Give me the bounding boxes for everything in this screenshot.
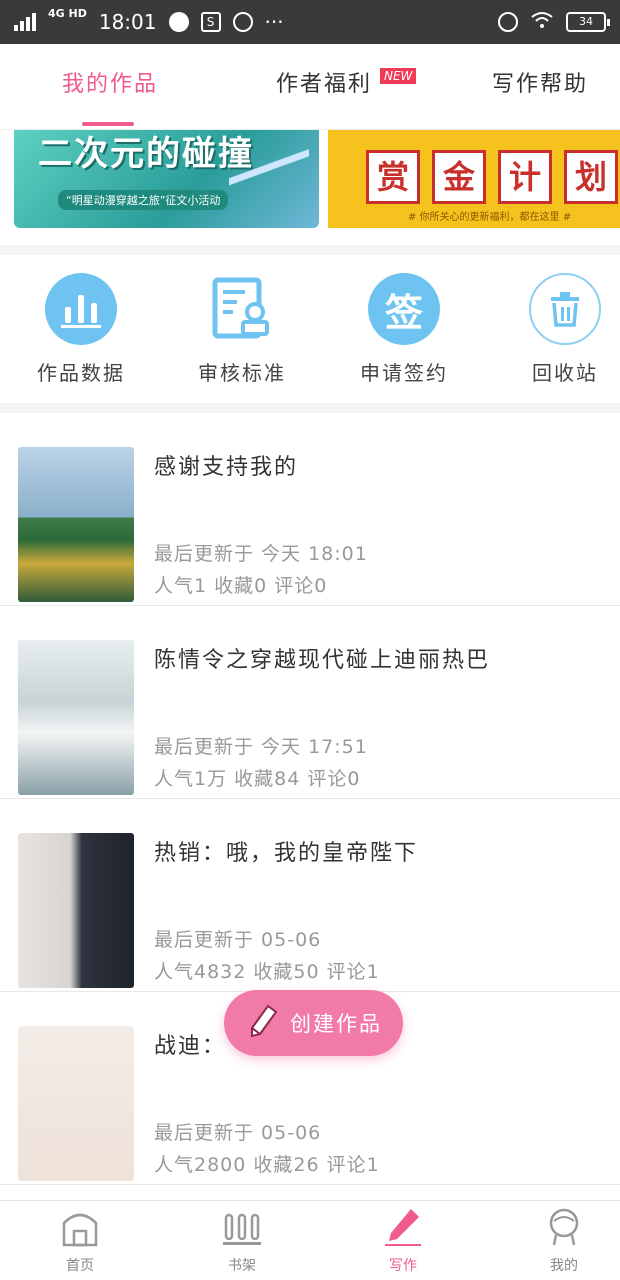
work-stats: 人气1 收藏0 评论0 [154,575,328,597]
banner-carousel: 二次元的碰撞 “明星动漫穿越之旅”征文小活动 赏 金 计 划 # 你所关心的更新… [0,130,620,245]
bar-chart-icon [45,273,117,345]
banner-char: 赏 [366,150,420,204]
banner-character-art [229,130,309,220]
notification-app-icon [168,12,189,32]
work-title: 感谢支持我的 [154,455,299,480]
section-divider [0,245,620,255]
nav-label: 写作 [389,1258,417,1274]
profile-icon [514,1207,614,1251]
tab-author-benefits[interactable]: 作者福利 [276,66,372,98]
nav-label: 书架 [228,1258,256,1274]
list-item[interactable]: 陈情令之穿越现代碰上迪丽热巴 最后更新于 今天 17:51 人气1万 收藏84 … [0,606,620,799]
nav-label: 首页 [66,1258,94,1274]
nav-profile[interactable]: 我的 [514,1207,614,1275]
bookshelf-icon [192,1207,292,1251]
work-title: 热销：哦，我的皇帝陛下 [154,841,419,866]
pen-icon [353,1207,453,1251]
sign-icon: 签 [368,273,440,345]
banner-right-subtitle: # 你所关心的更新福利，都在这里 # [408,212,572,223]
work-stats: 人气2800 收藏26 评论1 [154,1154,380,1176]
work-cover-image [18,640,134,795]
trash-icon [529,273,601,345]
list-item[interactable]: 感谢支持我的 最后更新于 今天 18:01 人气1 收藏0 评论0 [0,413,620,606]
event-banner-left[interactable]: 二次元的碰撞 “明星动漫穿越之旅”征文小活动 [14,130,319,228]
quick-action-apply-contract[interactable]: 签 申请签约 [344,273,464,386]
quick-action-works-data[interactable]: 作品数据 [21,273,141,386]
wechat-icon [232,12,253,32]
work-stats: 人气4832 收藏50 评论1 [154,961,380,983]
create-work-button[interactable]: 创建作品 [224,990,403,1056]
nav-bookshelf[interactable]: 书架 [192,1207,292,1275]
signal-icon [14,13,36,31]
tab-writing-help[interactable]: 写作帮助 [492,66,588,98]
top-tab-bar: 我的作品 作者福利 NEW 写作帮助 [0,44,620,130]
active-tab-indicator [82,122,134,126]
work-stats: 人气1万 收藏84 评论0 [154,768,361,790]
document-stamp-icon [206,273,278,345]
work-update-time: 最后更新于 05-06 [154,1122,322,1144]
notification-s-icon: S [200,12,221,32]
work-update-time: 最后更新于 今天 18:01 [154,543,368,565]
quick-action-label: 申请签约 [360,361,448,385]
create-work-label: 创建作品 [290,1012,382,1036]
network-type: 4G HD [48,7,87,20]
work-cover-image [18,447,134,602]
quick-action-label: 审核标准 [198,361,286,385]
quick-action-review-standards[interactable]: 审核标准 [182,273,302,386]
banner-char: 计 [498,150,552,204]
pencil-icon [248,1004,278,1042]
nav-label: 我的 [550,1258,578,1274]
tab-my-works[interactable]: 我的作品 [62,66,158,98]
nav-write[interactable]: 写作 [353,1207,453,1275]
event-banner-right[interactable]: 赏 金 计 划 # 你所关心的更新福利，都在这里 # [328,130,620,228]
battery-icon: 34 [566,12,610,32]
banner-left-subtitle: “明星动漫穿越之旅”征文小活动 [58,190,229,210]
list-item[interactable]: 热销：哦，我的皇帝陛下 最后更新于 05-06 人气4832 收藏50 评论1 [0,799,620,992]
alarm-icon [498,12,518,32]
more-notifications: ··· [264,10,284,34]
wifi-icon [530,10,554,34]
new-badge: NEW [380,68,417,84]
home-icon [30,1207,130,1251]
status-bar: 4G HD 18:01 S ··· 34 [0,0,620,44]
quick-action-label: 作品数据 [37,361,125,385]
work-title: 陈情令之穿越现代碰上迪丽热巴 [154,648,491,673]
banner-char: 划 [564,150,618,204]
quick-action-label: 回收站 [532,361,598,385]
banner-left-title: 二次元的碰撞 [38,134,254,174]
work-update-time: 最后更新于 05-06 [154,929,322,951]
quick-action-recycle-bin[interactable]: 回收站 [505,273,620,386]
banner-char: 金 [432,150,486,204]
section-divider [0,403,620,413]
bottom-nav: 首页 书架 写作 我的 [0,1200,620,1280]
nav-home[interactable]: 首页 [30,1207,130,1275]
sign-icon-glyph: 签 [384,290,423,335]
work-cover-image [18,1026,134,1181]
work-cover-image [18,833,134,988]
work-title: 战迪： [154,1034,227,1059]
quick-actions: 作品数据 审核标准 签 申请签约 回收站 [0,255,620,403]
work-update-time: 最后更新于 今天 17:51 [154,736,368,758]
status-time: 18:01 [98,10,157,34]
